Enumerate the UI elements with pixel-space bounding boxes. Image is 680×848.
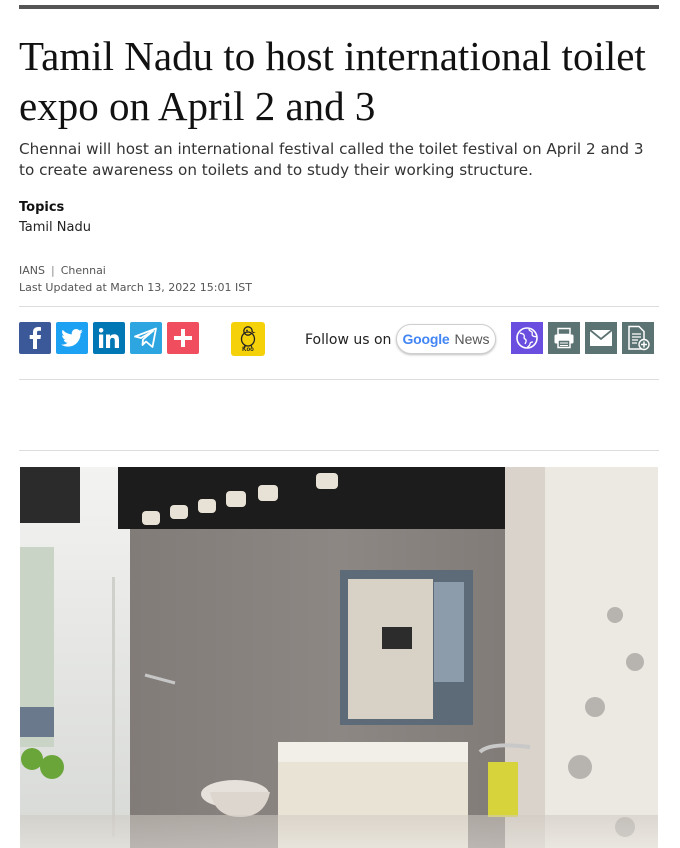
telegram-share-button[interactable] — [130, 322, 162, 354]
translate-icon — [516, 327, 538, 349]
facebook-icon — [29, 327, 41, 349]
article-photo — [20, 467, 658, 848]
save-article-button[interactable] — [622, 322, 654, 354]
location: Chennai — [60, 264, 106, 277]
follow-us-label: Follow us on — [305, 332, 392, 348]
bathroom-showroom-image — [20, 467, 658, 848]
divider-share — [19, 379, 659, 380]
linkedin-icon — [99, 328, 119, 348]
more-share-button[interactable] — [167, 322, 199, 354]
facebook-share-button[interactable] — [19, 322, 51, 354]
translate-button[interactable] — [511, 322, 543, 354]
divider-ad — [19, 450, 659, 451]
google-label: Google — [402, 331, 450, 347]
last-updated: Last Updated at March 13, 2022 15:01 IST — [19, 281, 252, 294]
byline-separator: | — [50, 264, 55, 277]
article-headline: Tamil Nadu to host international toilet … — [19, 33, 646, 129]
koo-share-button[interactable]: Koo — [231, 322, 265, 356]
divider-top — [19, 306, 659, 307]
save-article-icon — [628, 325, 650, 351]
byline: IANS | Chennai — [19, 264, 106, 277]
print-icon — [554, 327, 574, 349]
topics-label: Topics — [19, 200, 65, 215]
article-summary: Chennai will host an international festi… — [19, 140, 644, 179]
top-divider — [19, 5, 659, 9]
email-icon — [589, 329, 613, 346]
topic-link-tamil-nadu[interactable]: Tamil Nadu — [19, 220, 91, 235]
print-button[interactable] — [548, 322, 580, 354]
news-label: News — [454, 331, 490, 347]
google-news-follow-button[interactable]: Google News — [396, 324, 496, 354]
author: IANS — [19, 264, 45, 277]
koo-label: Koo — [242, 347, 254, 353]
twitter-share-button[interactable] — [56, 322, 88, 354]
more-icon — [174, 329, 192, 347]
linkedin-share-button[interactable] — [93, 322, 125, 354]
twitter-icon — [61, 329, 83, 347]
telegram-icon — [134, 327, 157, 348]
google-wordmark: Google — [402, 331, 449, 347]
email-button[interactable] — [585, 322, 617, 354]
